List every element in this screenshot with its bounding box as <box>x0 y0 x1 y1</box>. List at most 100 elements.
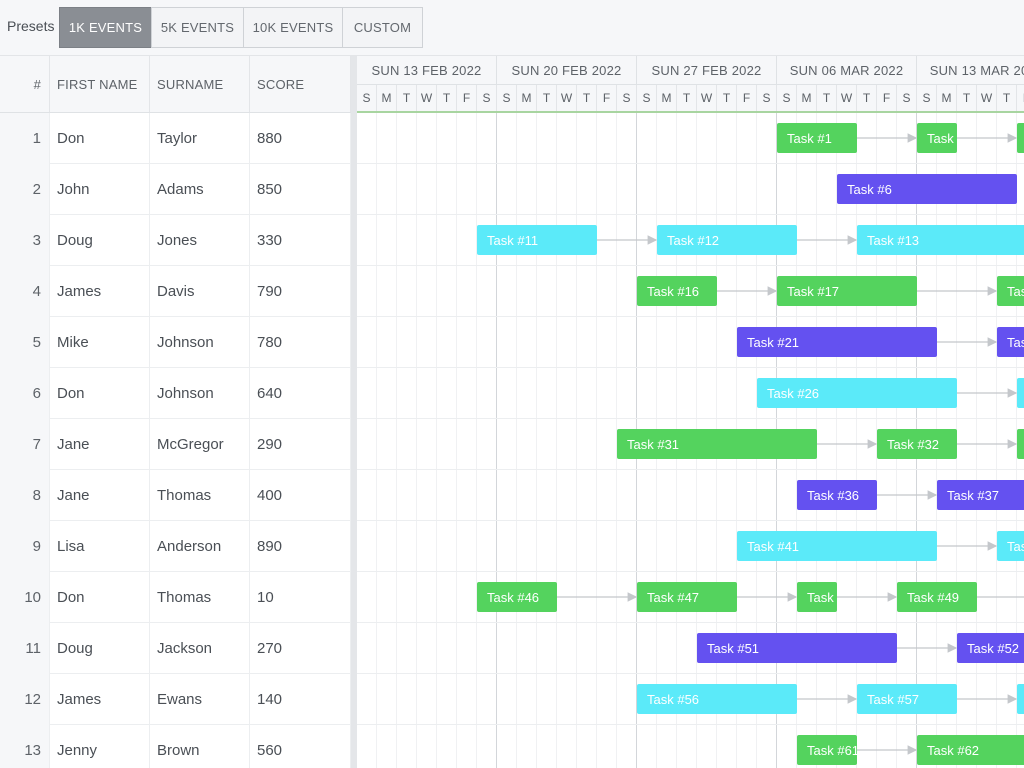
task-bar[interactable]: Task #22 <box>997 327 1024 357</box>
column-header-number[interactable]: # <box>0 56 50 112</box>
surname-cell: Adams <box>150 164 250 215</box>
task-bar[interactable]: Task #42 <box>997 531 1024 561</box>
task-label: Task #21 <box>747 334 800 350</box>
row-number: 12 <box>0 674 50 725</box>
first-name-cell: Mike <box>50 317 150 368</box>
row-number: 1 <box>0 113 50 164</box>
day-header: T <box>717 85 737 111</box>
day-header: W <box>977 85 997 111</box>
table-row[interactable]: 1 Don Taylor 880 <box>0 113 351 164</box>
task-label: Task #52 <box>967 640 1020 656</box>
presets-label: Presets <box>7 18 55 34</box>
surname-cell: Ewans <box>150 674 250 725</box>
day-header: F <box>1017 85 1024 111</box>
table-row[interactable]: 12 James Ewans 140 <box>0 674 351 725</box>
table-row[interactable]: 10 Don Thomas 10 <box>0 572 351 623</box>
column-header-score[interactable]: SCORE <box>250 56 351 112</box>
day-header: F <box>877 85 897 111</box>
task-bar[interactable]: Task #12 <box>657 225 797 255</box>
task-bar[interactable]: Task #13 <box>857 225 1024 255</box>
first-name-cell: Doug <box>50 623 150 674</box>
preset-10k-events-button[interactable]: 10K EVENTS <box>243 7 343 48</box>
task-bar[interactable]: Task #56 <box>637 684 797 714</box>
surname-cell: Johnson <box>150 317 250 368</box>
grid-body: 1 Don Taylor 880 2 John Adams 850 3 Doug Jones 330 4… <box>0 113 351 768</box>
table-row[interactable]: 2 John Adams 850 <box>0 164 351 215</box>
table-row[interactable]: 3 Doug Jones 330 <box>0 215 351 266</box>
task-label: Task #1 <box>787 130 832 146</box>
score-cell: 400 <box>250 470 351 521</box>
first-name-cell: Jenny <box>50 725 150 768</box>
score-cell: 890 <box>250 521 351 572</box>
task-bar[interactable]: Task #52 <box>957 633 1024 663</box>
preset-custom-button[interactable]: CUSTOM <box>342 7 423 48</box>
task-bar[interactable]: Task #31 <box>617 429 817 459</box>
task-label: Task #32 <box>887 436 940 452</box>
day-header: S <box>637 85 657 111</box>
task-bar[interactable]: Task #2 <box>917 123 957 153</box>
task-bar[interactable]: Task #26 <box>757 378 957 408</box>
surname-cell: Thomas <box>150 470 250 521</box>
day-header: S <box>917 85 937 111</box>
task-bar[interactable]: Task #51 <box>697 633 897 663</box>
column-header-surname[interactable]: SURNAME <box>150 56 250 112</box>
table-row[interactable]: 7 Jane McGregor 290 <box>0 419 351 470</box>
table-row[interactable]: 8 Jane Thomas 400 <box>0 470 351 521</box>
day-header: F <box>737 85 757 111</box>
task-bar[interactable]: Task #27 <box>1017 378 1024 408</box>
day-header: S <box>477 85 497 111</box>
first-name-cell: John <box>50 164 150 215</box>
task-bar[interactable]: Task #6 <box>837 174 1017 204</box>
day-header: T <box>857 85 877 111</box>
table-row[interactable]: 9 Lisa Anderson 890 <box>0 521 351 572</box>
task-bar[interactable]: Task #18 <box>997 276 1024 306</box>
task-bar[interactable]: Task #49 <box>897 582 977 612</box>
first-name-cell: Don <box>50 113 150 164</box>
task-bar[interactable]: Task #11 <box>477 225 597 255</box>
first-name-cell: Doug <box>50 215 150 266</box>
task-bar[interactable]: Task #62 <box>917 735 1024 765</box>
row-number: 2 <box>0 164 50 215</box>
day-header: T <box>437 85 457 111</box>
column-header-first-name[interactable]: FIRST NAME <box>50 56 150 112</box>
table-row[interactable]: 4 James Davis 790 <box>0 266 351 317</box>
task-bar[interactable]: Task #37 <box>937 480 1024 510</box>
task-bar[interactable]: Task #1 <box>777 123 857 153</box>
task-bar[interactable]: Task #33 <box>1017 429 1024 459</box>
task-bar[interactable]: Task #32 <box>877 429 957 459</box>
task-bar[interactable]: Task #48 <box>797 582 837 612</box>
table-row[interactable]: 11 Doug Jackson 270 <box>0 623 351 674</box>
table-row[interactable]: 5 Mike Johnson 780 <box>0 317 351 368</box>
task-label: Task #13 <box>867 232 920 248</box>
task-bar[interactable]: Task #41 <box>737 531 937 561</box>
day-header: S <box>897 85 917 111</box>
day-header: M <box>657 85 677 111</box>
task-label: Task #2 <box>927 130 957 146</box>
first-name-cell: Don <box>50 368 150 419</box>
score-cell: 140 <box>250 674 351 725</box>
day-header: T <box>997 85 1017 111</box>
task-bar[interactable]: Task #17 <box>777 276 917 306</box>
score-cell: 850 <box>250 164 351 215</box>
task-bar[interactable]: Task #46 <box>477 582 557 612</box>
task-bar[interactable]: Task #21 <box>737 327 937 357</box>
week-header: SUN 20 FEB 2022 <box>497 56 637 85</box>
task-label: Task #37 <box>947 487 1000 503</box>
task-bar[interactable]: Task #16 <box>637 276 717 306</box>
task-label: Task #51 <box>707 640 760 656</box>
week-header: SUN 13 MAR 2022 <box>917 56 1024 85</box>
task-bar[interactable]: Task #36 <box>797 480 877 510</box>
preset-1k-events-button[interactable]: 1K EVENTS <box>59 7 152 48</box>
table-row[interactable]: 6 Don Johnson 640 <box>0 368 351 419</box>
task-bar[interactable]: Task #58 <box>1017 684 1024 714</box>
preset-5k-events-button[interactable]: 5K EVENTS <box>151 7 244 48</box>
task-bar[interactable]: Task #3 <box>1017 123 1024 153</box>
timeline-header: SUN 13 FEB 2022 SUN 20 FEB 2022 SUN 27 FEB… <box>357 56 1024 113</box>
task-bar[interactable]: Task #57 <box>857 684 957 714</box>
first-name-cell: James <box>50 266 150 317</box>
table-row[interactable]: 13 Jenny Brown 560 <box>0 725 351 768</box>
day-header: M <box>517 85 537 111</box>
task-bar[interactable]: Task #61 <box>797 735 857 765</box>
task-bar[interactable]: Task #47 <box>637 582 737 612</box>
day-header: F <box>457 85 477 111</box>
